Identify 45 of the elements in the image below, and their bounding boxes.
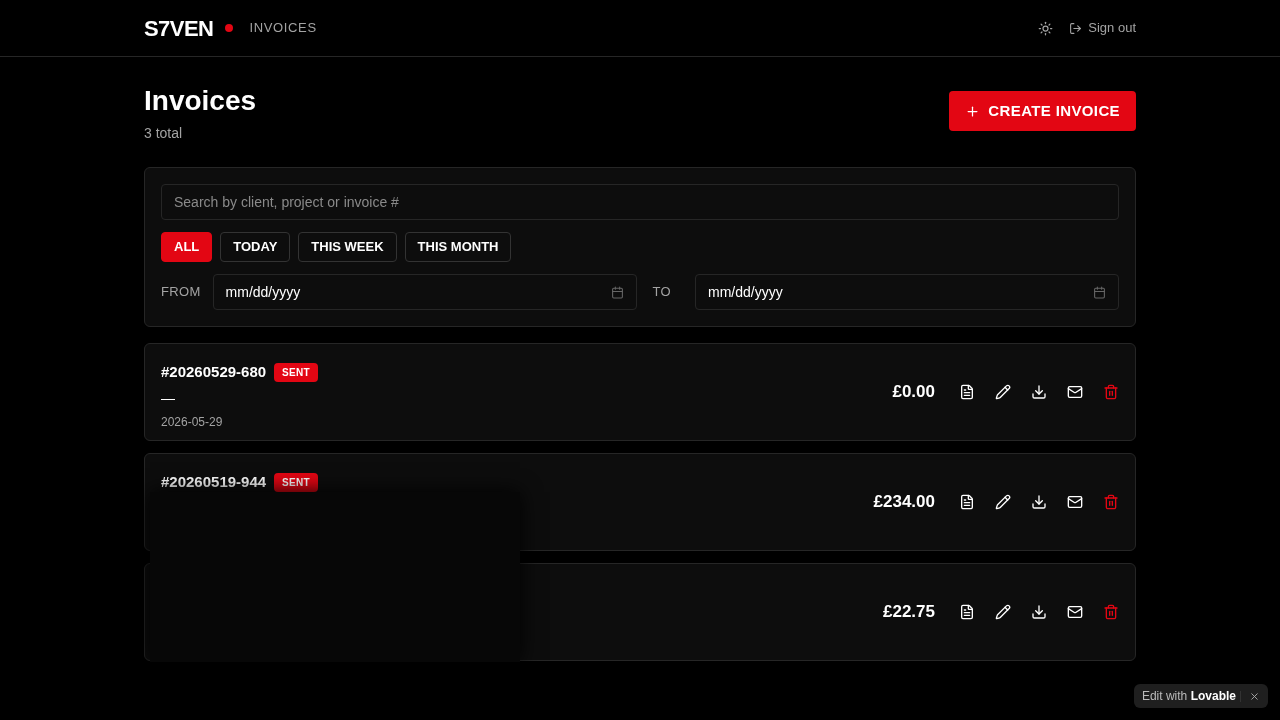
period-tab[interactable]: ALL [161, 232, 213, 262]
mail-icon[interactable] [1067, 604, 1083, 620]
logo: S7VEN [144, 14, 214, 43]
edit-with-link[interactable]: Edit with Lovable [1141, 688, 1236, 704]
page-title: Invoices [144, 84, 257, 118]
to-label: TO [652, 283, 672, 302]
sign-out-button[interactable]: Sign out [1069, 18, 1136, 38]
edit-icon[interactable] [995, 604, 1011, 620]
edit-icon[interactable] [995, 384, 1011, 400]
trash-icon[interactable] [1103, 494, 1119, 510]
status-badge: SENT [274, 362, 318, 382]
invoice-number[interactable]: #20260529-680 [161, 361, 267, 384]
mail-icon[interactable] [1067, 384, 1083, 400]
document-icon[interactable] [959, 604, 975, 620]
invoice-amount: £0.00 [892, 381, 935, 404]
to-date-field[interactable]: mm/dd/yyyy [695, 274, 1119, 310]
invoice-amount: £234.00 [873, 491, 935, 514]
document-icon[interactable] [959, 494, 975, 510]
download-icon[interactable] [1031, 494, 1047, 510]
invoice-number[interactable]: #20260519-944 [161, 471, 267, 494]
trash-icon[interactable] [1103, 384, 1119, 400]
period-tab[interactable]: THIS WEEK [298, 232, 397, 262]
invoice-date: 2026-05-29 [161, 413, 224, 430]
plus-icon [965, 103, 981, 119]
status-badge: SENT [274, 472, 318, 492]
client-name: — [161, 388, 176, 408]
invoice-count: 3 total [144, 124, 184, 143]
download-icon[interactable] [1031, 384, 1047, 400]
edit-icon[interactable] [995, 494, 1011, 510]
period-tab[interactable]: TODAY [220, 232, 291, 262]
create-invoice-button[interactable]: CREATE INVOICE [949, 91, 1136, 131]
from-label: FROM [161, 283, 201, 302]
period-tab[interactable]: THIS MONTH [404, 232, 512, 262]
theme-toggle-button[interactable] [1038, 20, 1054, 36]
from-date-field[interactable]: mm/dd/yyyy [212, 274, 637, 310]
search-field[interactable]: Search by client, project or invoice # [161, 184, 1119, 220]
invoice-amount: £22.75 [883, 601, 935, 624]
mail-icon[interactable] [1067, 494, 1083, 510]
document-icon[interactable] [959, 384, 975, 400]
download-icon[interactable] [1031, 604, 1047, 620]
calendar-icon[interactable] [610, 285, 624, 299]
calendar-icon[interactable] [1093, 285, 1106, 299]
section-label: INVOICES [249, 19, 317, 38]
sign-out-icon [1069, 21, 1083, 35]
trash-icon[interactable] [1103, 604, 1119, 620]
